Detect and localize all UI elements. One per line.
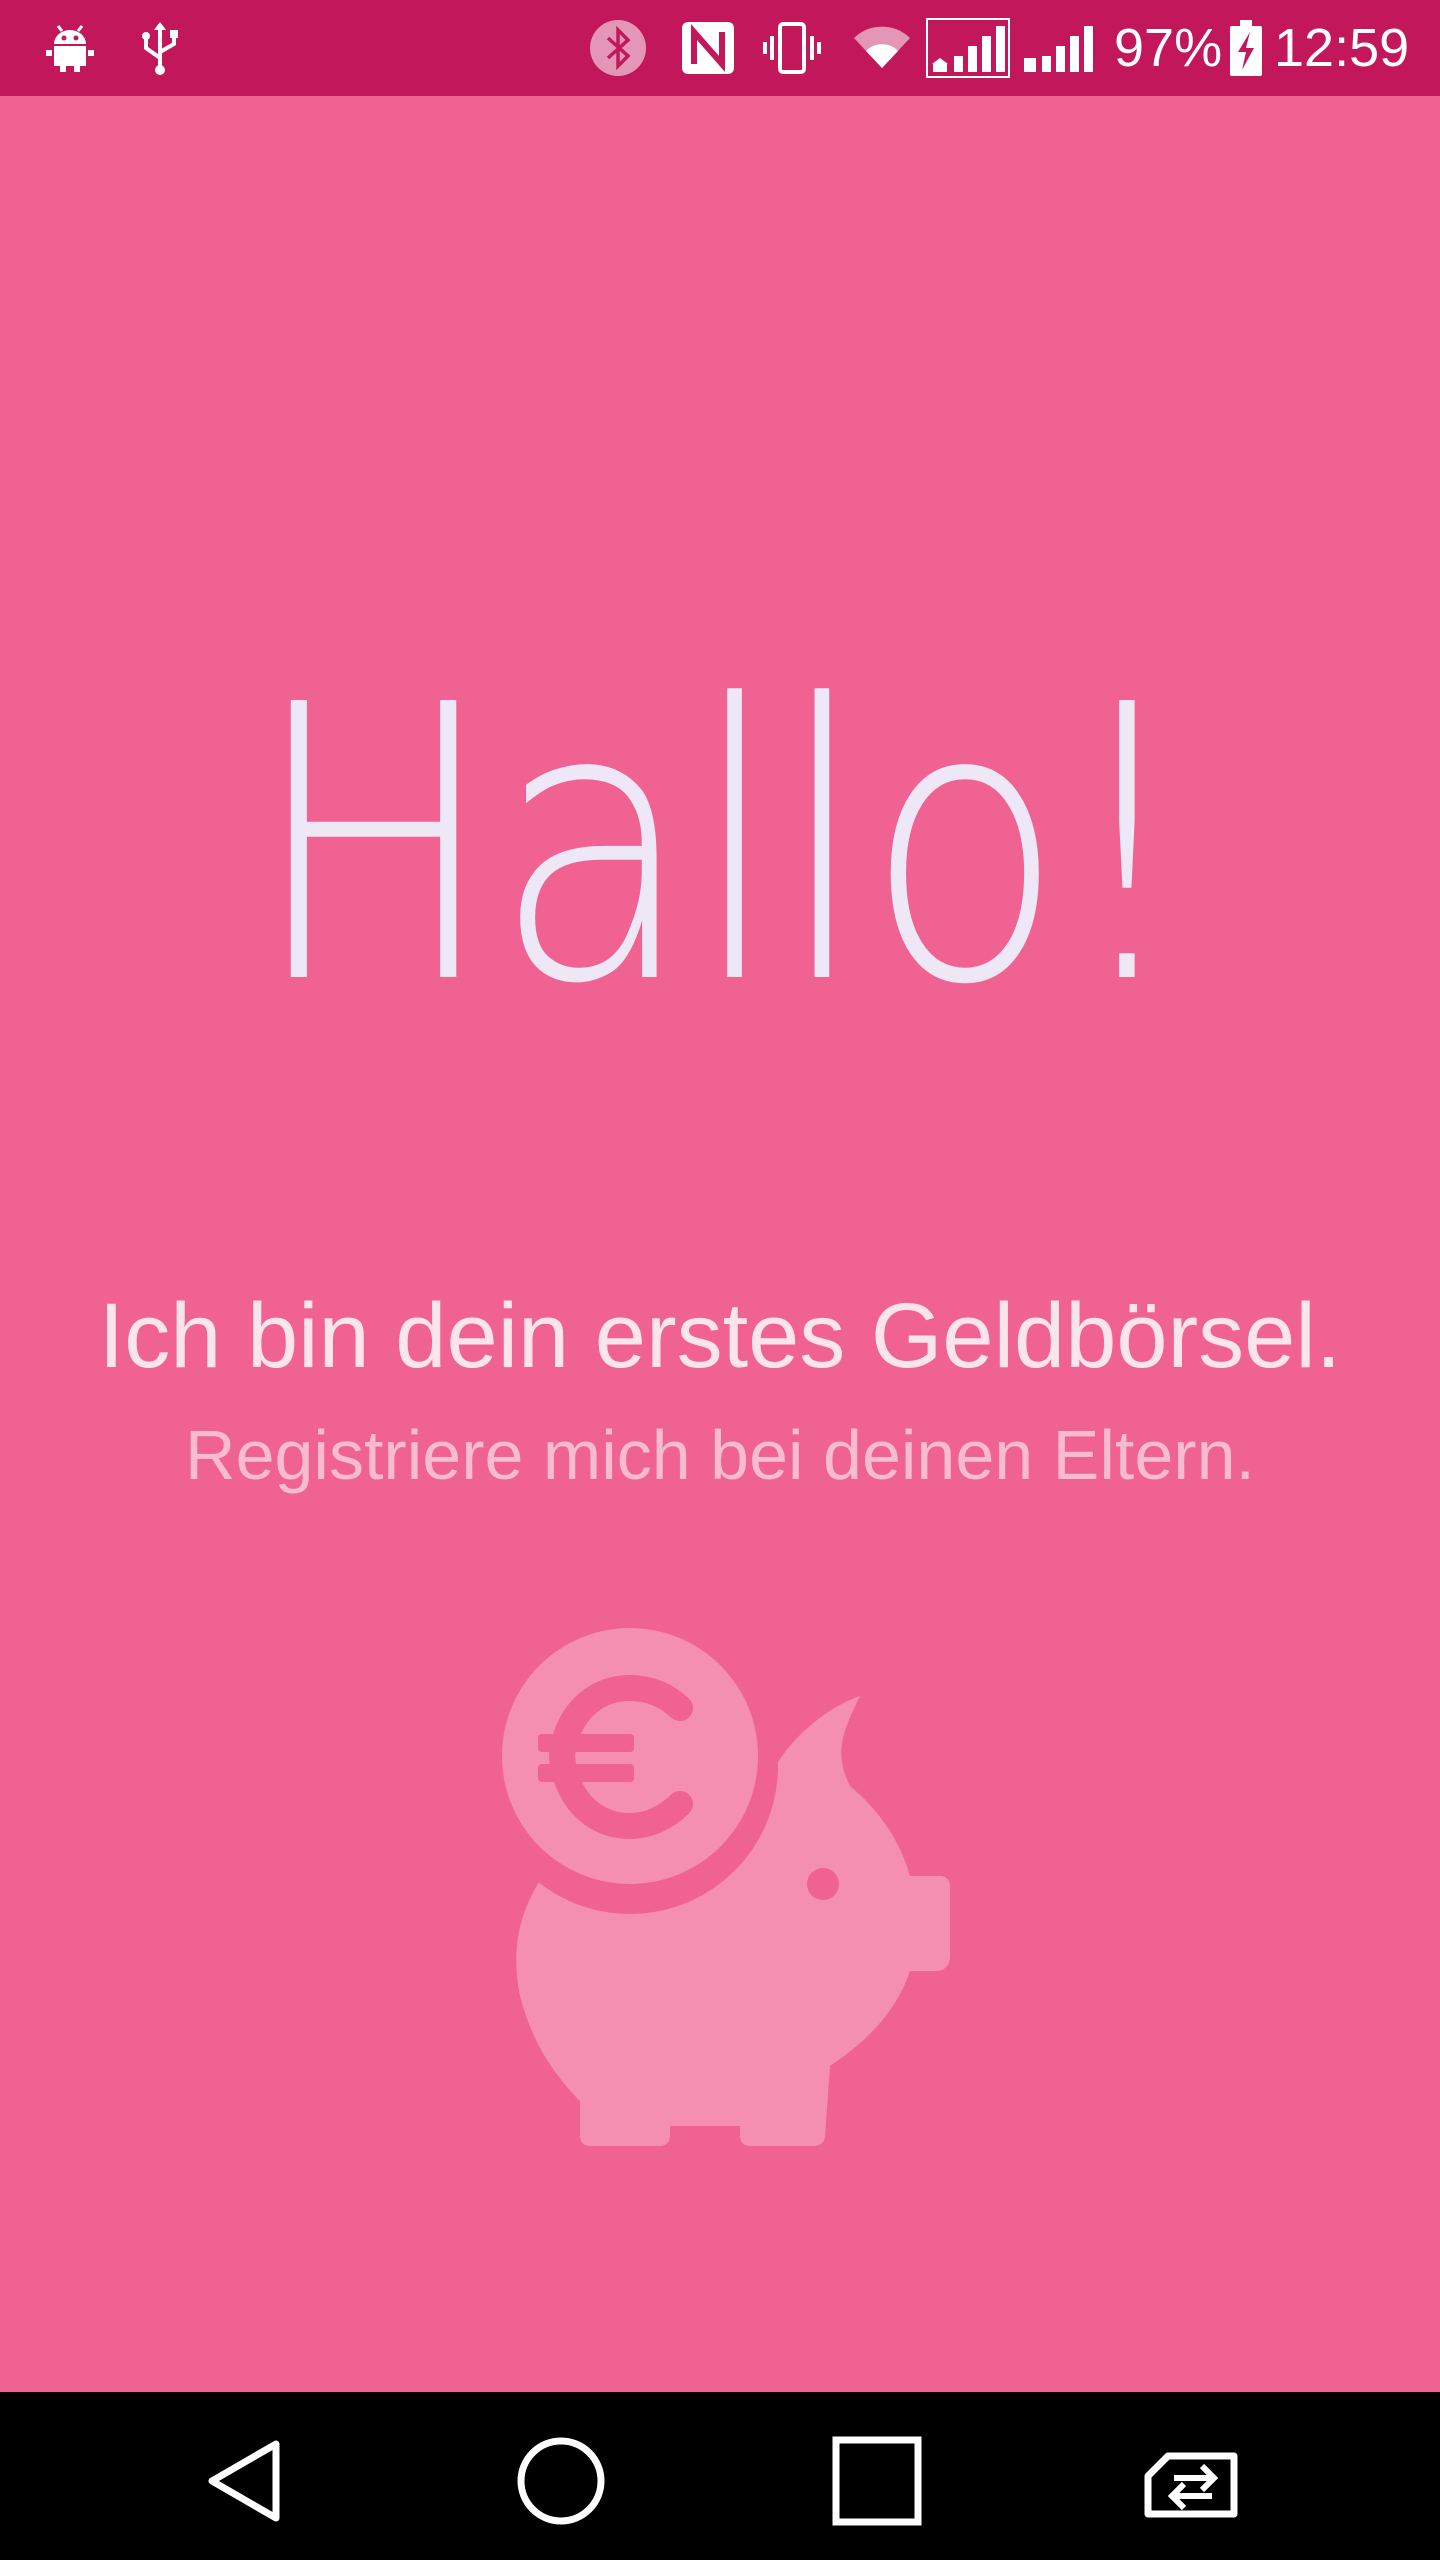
battery-charging-icon <box>1226 18 1266 78</box>
clock: 12:59 <box>1274 18 1410 78</box>
tagline: Ich bin dein erstes Geldbörsel. <box>98 1285 1342 1387</box>
app-screen: 97% 12:59 Hallo! Ich bin dein erstes Gel… <box>0 0 1440 2560</box>
nfc-icon <box>678 18 738 78</box>
greeting-title: Hallo! <box>251 624 1192 1067</box>
signal-sim1-icon <box>926 18 1010 78</box>
piggy-bank-euro-icon <box>490 1626 950 2146</box>
vibrate-icon <box>762 18 822 78</box>
bluetooth-icon <box>588 18 648 78</box>
welcome-content: Hallo! Ich bin dein erstes Geldbörsel. R… <box>0 96 1440 2392</box>
switch-sim-icon[interactable] <box>1138 2426 1248 2536</box>
signal-sim2-icon <box>1020 18 1104 78</box>
recents-icon[interactable] <box>822 2426 932 2536</box>
battery-percent: 97% <box>1114 18 1223 78</box>
registration-hint: Registriere mich bei deinen Eltern. <box>185 1416 1255 1494</box>
status-bar: 97% 12:59 <box>0 0 1440 96</box>
wifi-icon <box>852 18 912 78</box>
navigation-bar <box>0 2392 1440 2560</box>
back-icon[interactable] <box>190 2426 300 2536</box>
android-debug-icon <box>40 18 100 78</box>
usb-icon <box>130 18 190 78</box>
home-icon[interactable] <box>506 2426 616 2536</box>
